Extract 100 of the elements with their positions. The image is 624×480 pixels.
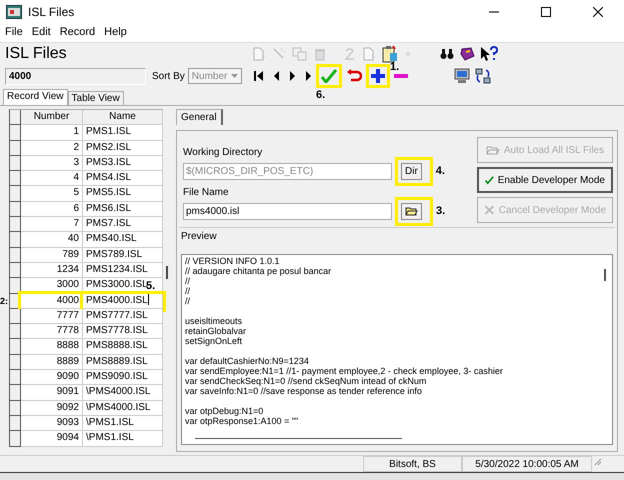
close-icon[interactable] [593,7,603,17]
table-cell[interactable]: 6 [21,202,83,218]
table-cell[interactable]: PMS9090.ISL [83,370,163,386]
undo-icon[interactable] [346,69,362,83]
row-selector[interactable] [10,324,21,340]
row-selector[interactable] [10,217,21,232]
row-selector[interactable] [10,248,21,263]
menu-item[interactable]: Record [60,26,96,38]
row-selector[interactable] [10,156,21,172]
table-cell[interactable]: 9094 [21,431,83,447]
table-cell[interactable]: 9092 [21,400,83,416]
table-cell[interactable]: PMS7.ISL [83,217,163,232]
table-cell[interactable]: 4000 [21,294,83,309]
scrollbar-thumb[interactable] [604,269,606,281]
table-cell[interactable]: 9091 [21,385,83,401]
table-cell[interactable]: 40 [21,232,83,248]
row-selector[interactable] [10,171,21,186]
menu-item[interactable]: Edit [32,26,51,38]
row-selector[interactable] [10,431,21,447]
table-cell[interactable]: \PMS4000.ISL [83,400,163,416]
row-selector[interactable] [10,278,21,294]
resize-grip-icon[interactable] [592,456,602,466]
menu-item[interactable]: Help [104,26,127,38]
clipboard-icon[interactable] [382,45,398,63]
row-selector[interactable] [10,125,21,141]
code-line: var sendCheckSeq:N1=0 //send ckSeqNum intead of ckNum [185,376,426,386]
help-pointer-icon[interactable] [480,46,498,62]
network-icon[interactable] [474,67,492,85]
monitor-icon[interactable] [454,68,470,84]
table-cell[interactable]: 7 [21,217,83,232]
minus-icon[interactable] [394,73,408,79]
table-cell[interactable]: 8889 [21,354,83,370]
table-cell[interactable]: 789 [21,248,83,263]
table-cell[interactable]: PMS3.ISL [83,156,163,172]
table-cell[interactable]: \PMS4000.ISL [83,385,163,401]
binoculars-icon[interactable] [440,48,454,60]
tab[interactable]: Record View [3,89,68,105]
app-icon [6,5,22,19]
table-cell[interactable]: 7777 [21,308,83,324]
table-cell[interactable]: PMS8889.ISL [83,354,163,370]
table-cell[interactable]: 4 [21,171,83,186]
column-header[interactable]: Name [83,110,163,126]
callout-number: 4. [436,165,445,177]
preview-area[interactable] [181,254,613,445]
row-selector[interactable] [10,202,21,218]
table-cell[interactable]: PMS7777.ISL [83,308,163,324]
row-selector[interactable] [10,308,21,324]
row-selector[interactable] [10,385,21,401]
table-cell[interactable]: PMS4.ISL [83,171,163,186]
plus-icon[interactable] [371,69,385,83]
table-cell[interactable]: 7778 [21,324,83,340]
code-line: useisltimeouts [185,316,242,326]
row-selector[interactable] [10,140,21,156]
table-cell[interactable]: 9090 [21,370,83,386]
table-cell[interactable]: PMS7778.ISL [83,324,163,340]
row-selector[interactable] [10,232,21,248]
row-selector[interactable] [10,262,21,278]
table-cell[interactable]: PMS1234.ISL [83,262,163,278]
row-selector[interactable] [10,339,21,355]
table-cell[interactable]: PMS789.ISL [83,248,163,263]
tab[interactable]: General [176,109,223,125]
table-cell[interactable]: PMS2.ISL [83,140,163,156]
table-cell[interactable]: 1234 [21,262,83,278]
table-cell[interactable]: 2 [21,140,83,156]
table-cell[interactable]: PMS40.ISL [83,232,163,248]
tab[interactable]: Table View [68,91,124,105]
table-cell[interactable]: 9093 [21,416,83,432]
first-record-icon[interactable] [254,70,264,82]
row-selector[interactable] [10,416,21,432]
callout-number: 5. [146,280,156,292]
row-selector[interactable] [10,400,21,416]
table-cell[interactable]: \PMS1.ISL [83,431,163,447]
table-cell[interactable]: PMS6.ISL [83,202,163,218]
previous-record-icon[interactable] [273,70,280,82]
table-cell[interactable]: 5 [21,186,83,202]
row-selector[interactable] [10,354,21,370]
code-line: // [185,296,190,306]
checkmark-icon[interactable] [321,69,337,83]
action-button[interactable]: Enable Developer Mode [477,167,613,193]
sort-label: Sort By [152,70,185,82]
table-cell[interactable]: PMS5.ISL [83,186,163,202]
row-selector[interactable] [10,370,21,386]
browse-button[interactable] [401,203,422,220]
table-cell[interactable]: 1 [21,125,83,141]
last-record-icon[interactable] [305,70,312,82]
maximize-icon[interactable] [541,7,551,17]
next-record-icon[interactable] [289,70,296,82]
menu-item[interactable]: File [5,26,23,38]
scrollbar-thumb[interactable] [195,438,402,439]
table-cell[interactable]: PMS8888.ISL [83,339,163,355]
record-field[interactable]: 4000 [5,68,146,84]
table-cell[interactable]: 3 [21,156,83,172]
book-icon[interactable] [459,47,475,61]
table-cell[interactable]: PMS4000.ISL [83,294,163,309]
table-cell[interactable]: PMS1.ISL [83,125,163,141]
table-cell[interactable]: 8888 [21,339,83,355]
table-cell[interactable]: \PMS1.ISL [83,416,163,432]
row-selector[interactable] [10,186,21,202]
column-header[interactable]: Number [21,110,83,126]
file-name-field[interactable]: pms4000.isl [183,203,392,220]
